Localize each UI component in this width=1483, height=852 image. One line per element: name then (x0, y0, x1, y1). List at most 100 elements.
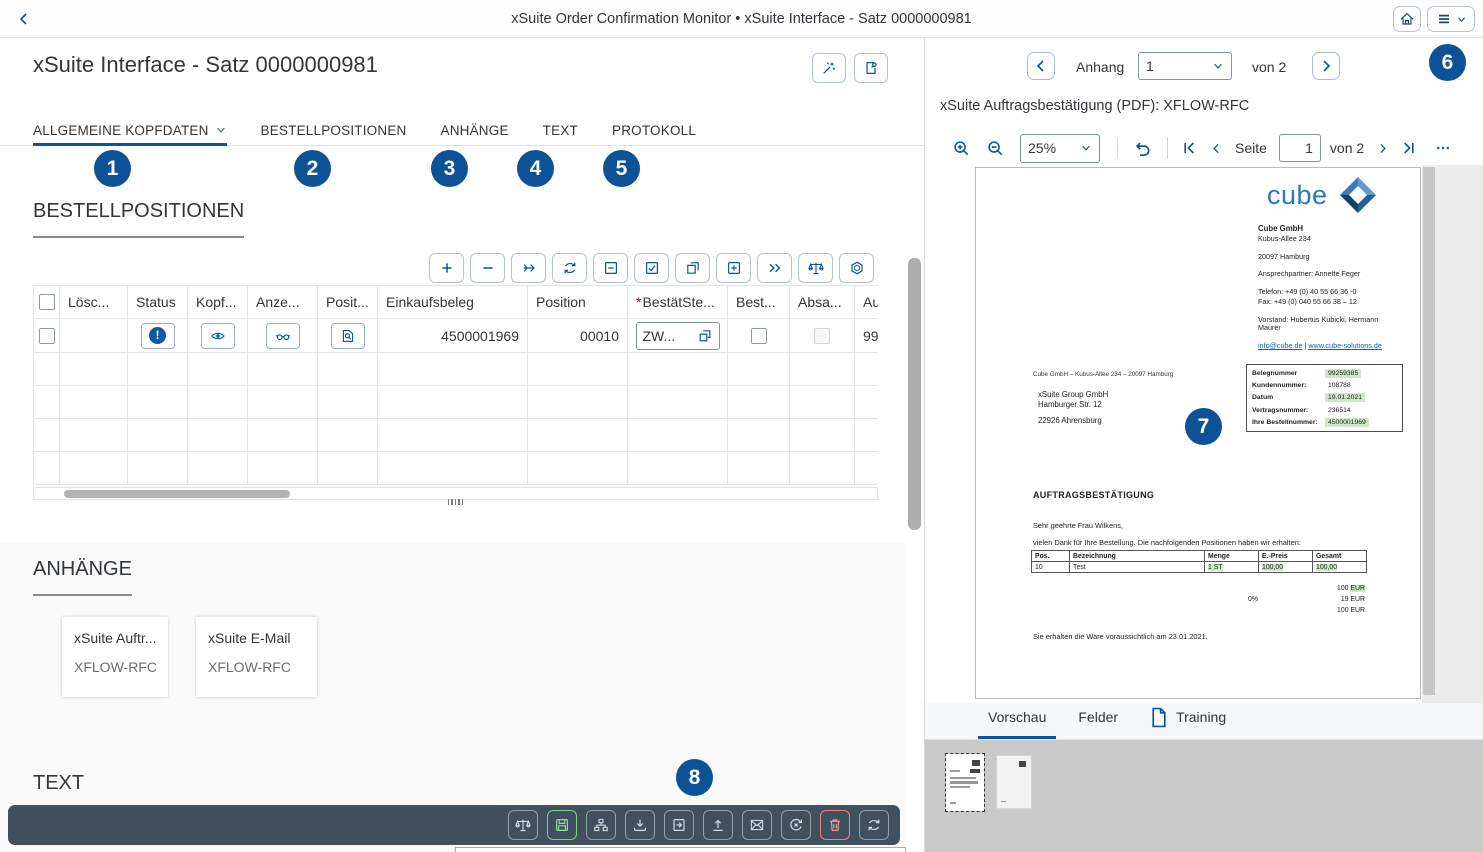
branch-button[interactable] (511, 253, 546, 283)
field-value: ZW... (643, 328, 676, 344)
tab-allgemeine-kopfdaten[interactable]: ALLGEMEINE KOPFDATEN (33, 115, 227, 145)
info-value: 108788 (1325, 381, 1354, 390)
company-info-block: Cube GmbH Kubus-Allee 234 20097 Hamburg … (1258, 224, 1386, 352)
company-email-link[interactable]: info@cube.de (1258, 341, 1302, 350)
attachment-card[interactable]: xSuite Auftr... XFLOW-RFC (62, 617, 168, 697)
footer-compare-button[interactable] (508, 810, 538, 840)
upload-button[interactable] (703, 810, 733, 840)
last-page-icon[interactable] (1401, 140, 1417, 156)
prev-page-icon[interactable] (1210, 142, 1223, 155)
add-row-button[interactable] (429, 253, 464, 283)
compare-button[interactable] (798, 253, 833, 283)
menu-button[interactable] (1427, 6, 1475, 32)
prev-attachment-button[interactable] (1027, 52, 1055, 80)
table-header-row: Lösc... Status Kopf... Anze... Posit... … (34, 286, 879, 319)
document-forward-icon (671, 817, 687, 833)
attachment-select-value: 1 (1146, 58, 1154, 74)
save-button[interactable] (547, 810, 577, 840)
header-display-button[interactable] (201, 323, 235, 349)
customize-button[interactable] (839, 253, 874, 283)
page-thumbnail-2[interactable] (996, 755, 1032, 809)
envelope-icon (749, 817, 765, 833)
pdf-items-table: Pos. Bezeichnung Menge E.-Preis Gesamt 1… (1031, 550, 1367, 573)
auto-process-button[interactable] (812, 53, 846, 83)
tab-vorschau[interactable]: Vorschau (988, 703, 1046, 739)
tab-protokoll[interactable]: PROTOKOLL (612, 115, 696, 145)
home-button[interactable] (1393, 6, 1421, 32)
eye-icon (210, 328, 226, 344)
next-attachment-button[interactable] (1312, 52, 1340, 80)
cell-position: 00010 (528, 319, 628, 353)
page-number-input[interactable] (1279, 134, 1321, 162)
page-thumbnail-1-selected[interactable] (946, 754, 984, 811)
pdf-scrollbar-thumb[interactable] (1423, 167, 1435, 695)
email-button[interactable] (742, 810, 772, 840)
scrollbar-thumb[interactable] (64, 490, 290, 498)
back-button[interactable] (12, 8, 36, 30)
first-page-icon[interactable] (1181, 140, 1197, 156)
pdf-item-row: 10 Test 1 ST 100,00 100,00 (1032, 562, 1367, 573)
collapse-button[interactable] (593, 253, 628, 283)
sync-button[interactable] (552, 253, 587, 283)
flip-view-button[interactable] (675, 253, 710, 283)
overflow-icon[interactable] (1435, 140, 1451, 156)
square-minus-icon (603, 260, 619, 276)
position-detail-button[interactable] (331, 323, 365, 349)
undo-icon[interactable] (1133, 139, 1152, 158)
row-checkbox[interactable] (39, 328, 55, 344)
table-resize-grip[interactable] (33, 499, 878, 505)
col-header: Anze... (248, 286, 318, 319)
attachment-select[interactable]: 1 (1138, 52, 1232, 80)
zoom-select[interactable]: 25% (1020, 134, 1100, 163)
status-button[interactable] (141, 323, 175, 349)
display-button[interactable] (266, 323, 300, 349)
table-row: 4500001969 00010 ZW... 99 (34, 319, 879, 353)
attachment-card[interactable]: xSuite E-Mail XFLOW-RFC (196, 617, 317, 697)
best-checkbox[interactable] (751, 328, 767, 344)
delete-button[interactable] (820, 810, 850, 840)
tab-label: PROTOKOLL (612, 123, 696, 138)
totals-block: 100 EUR 19 EUR 100 EUR (1276, 583, 1365, 617)
tab-anhaenge[interactable]: ANHÄNGE (441, 115, 509, 145)
panel-vertical-scrollbar[interactable] (908, 258, 921, 530)
company-city: 20097 Hamburg (1258, 253, 1386, 261)
select-all-checkbox[interactable] (39, 294, 55, 310)
info-value-highlighted: 99259385 (1325, 369, 1361, 378)
zoom-in-icon[interactable] (952, 139, 971, 158)
intro-line: vielen Dank für Ihre Bestellung. Die nac… (1033, 538, 1301, 547)
tab-felder[interactable]: Felder (1078, 703, 1118, 739)
workflow-button[interactable] (586, 810, 616, 840)
col-header: Au (855, 286, 879, 319)
menu-icon (1436, 11, 1452, 27)
remove-row-button[interactable] (470, 253, 505, 283)
separator (1167, 137, 1168, 159)
tab-text[interactable]: TEXT (543, 115, 578, 145)
tab-label: BESTELLPOSITIONEN (261, 123, 407, 138)
next-page-icon[interactable] (1376, 142, 1389, 155)
col-header: Posit... (318, 286, 378, 319)
pin-document-button[interactable] (854, 53, 888, 83)
select-check-button[interactable] (634, 253, 669, 283)
col-header: Best... (728, 286, 790, 319)
total-tax: 19 EUR (1276, 594, 1365, 605)
bestaetigungsstelle-field[interactable]: ZW... (636, 322, 720, 350)
tab-bestellpositionen[interactable]: BESTELLPOSITIONEN (261, 115, 407, 145)
document-icon (1150, 707, 1167, 728)
value-help-icon[interactable] (697, 328, 713, 344)
refresh-button[interactable] (859, 810, 889, 840)
tab-label: ANHÄNGE (441, 123, 509, 138)
download-button[interactable] (625, 810, 655, 840)
recipient-block: xSuite Group GmbH Hamburger Str. 12 2292… (1038, 390, 1108, 426)
balance-icon (514, 817, 532, 833)
text-input-area[interactable] (455, 847, 906, 852)
pdf-scroll-rail (1422, 165, 1483, 703)
cell-au: 99 (855, 319, 879, 353)
cancel-workflow-button[interactable] (781, 810, 811, 840)
company-web-link[interactable]: www.cube-solutions.de (1308, 341, 1382, 350)
process-all-button[interactable] (757, 253, 792, 283)
expand-button[interactable] (716, 253, 751, 283)
tab-training[interactable]: Training (1150, 703, 1226, 739)
zoom-out-icon[interactable] (986, 139, 1005, 158)
chevron-down-icon (1080, 142, 1092, 154)
forward-document-button[interactable] (664, 810, 694, 840)
